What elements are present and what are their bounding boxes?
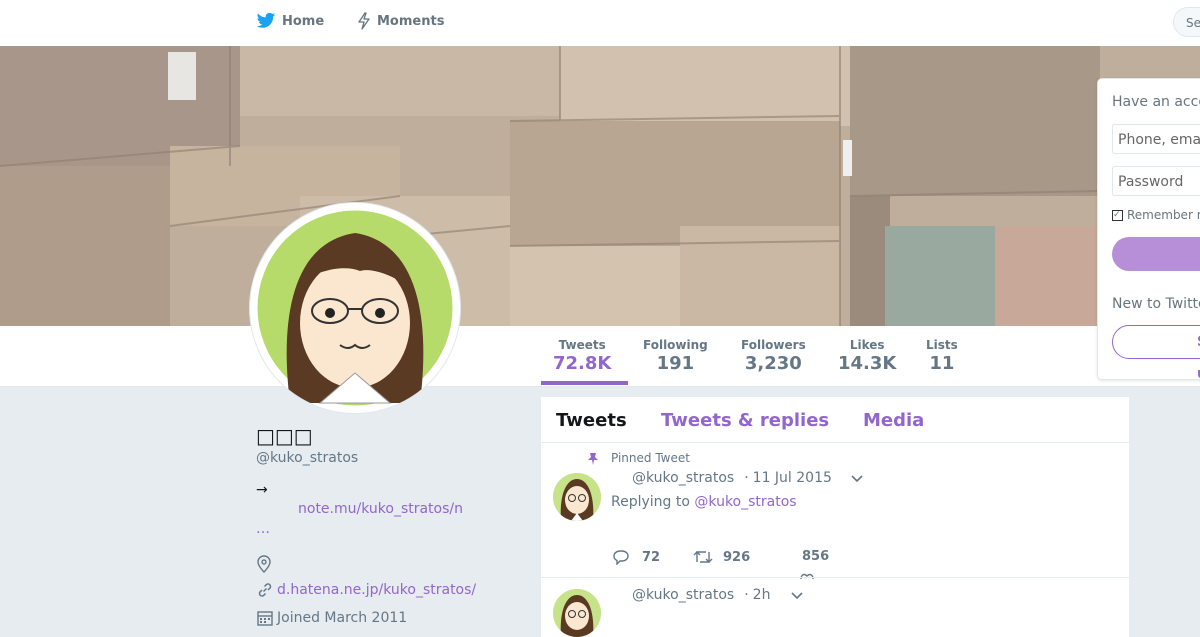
- link-icon: [258, 583, 272, 597]
- lightning-icon: [358, 12, 370, 30]
- stat-label: Lists: [926, 338, 958, 352]
- nav-home-label: Home: [282, 13, 325, 29]
- remember-me[interactable]: ✓ Remember me: [1112, 208, 1200, 222]
- profile-bio-more[interactable]: …: [256, 521, 270, 537]
- tweet-header: @kuko_stratos · 2h: [632, 587, 804, 603]
- stat-label: Followers: [741, 338, 806, 352]
- profile-bio-arrow: →: [256, 482, 268, 498]
- password-field[interactable]: Password: [1112, 166, 1200, 196]
- pin-icon: [588, 453, 598, 465]
- chevron-down-icon[interactable]: [850, 473, 864, 483]
- stat-value: 14.3K: [838, 353, 897, 374]
- replying-to: Replying to @kuko_stratos: [611, 494, 797, 510]
- retweet-action[interactable]: 926: [693, 549, 750, 565]
- tweet-divider: [541, 577, 1129, 578]
- chevron-down-icon[interactable]: [790, 590, 804, 600]
- reply-icon: [613, 550, 629, 565]
- profile-banner: [0, 46, 1200, 326]
- tweet-avatar[interactable]: [553, 473, 601, 521]
- location-pin-icon: [257, 555, 271, 573]
- reply-action[interactable]: 72: [612, 549, 660, 565]
- login-button[interactable]: [1112, 237, 1200, 271]
- like-action[interactable]: 856: [802, 549, 829, 564]
- search-input[interactable]: Se: [1173, 7, 1200, 37]
- tab-media[interactable]: Media: [863, 410, 924, 431]
- retweet-icon: [693, 551, 713, 563]
- like-count: 856: [802, 549, 830, 564]
- username-field[interactable]: Phone, email or username: [1112, 124, 1200, 154]
- tweet-time[interactable]: 2h: [753, 587, 771, 603]
- profile-handle[interactable]: @kuko_stratos: [256, 450, 358, 466]
- stat-value: 11: [929, 353, 955, 374]
- reply-count: 72: [642, 549, 661, 565]
- stat-label: Tweets: [558, 338, 606, 352]
- replying-handle-link[interactable]: @kuko_stratos: [694, 494, 796, 510]
- login-panel: Have an account? Phone, email or usernam…: [1097, 78, 1200, 380]
- stat-value: 72.8K: [553, 353, 612, 374]
- stat-following[interactable]: Following 191: [643, 338, 708, 374]
- login-title: Have an account?: [1112, 94, 1200, 110]
- nav-moments[interactable]: Moments: [357, 12, 444, 30]
- separator-dot: ·: [744, 470, 749, 486]
- stat-value: 191: [656, 353, 695, 374]
- tab-tweets[interactable]: Tweets: [556, 410, 627, 431]
- stat-value: 3,230: [744, 353, 802, 374]
- stat-lists[interactable]: Lists 11: [926, 338, 958, 374]
- nav-moments-label: Moments: [377, 13, 445, 29]
- separator-dot: ·: [744, 587, 749, 603]
- profile-joined-label: Joined March 2011: [277, 610, 408, 626]
- tweet-time[interactable]: 11 Jul 2015: [753, 470, 832, 486]
- pinned-label: Pinned Tweet: [611, 451, 690, 465]
- replying-prefix: Replying to: [611, 494, 690, 510]
- timeline-tabs: Tweets Tweets & replies Media: [541, 397, 1129, 443]
- tweet-handle[interactable]: @kuko_stratos: [632, 587, 734, 603]
- profile-location: [256, 555, 272, 573]
- profile-website[interactable]: d.hatena.ne.jp/kuko_stratos/: [256, 581, 476, 599]
- remember-checkbox[interactable]: ✓: [1112, 209, 1123, 221]
- stat-label: Following: [643, 338, 708, 352]
- twitter-bird-icon: [256, 12, 276, 28]
- profile-avatar[interactable]: [250, 203, 460, 413]
- timeline: Tweets Tweets & replies Media Pinned Twe…: [541, 397, 1129, 637]
- profile-stats-bar: Tweets 72.8K Following 191 Followers 3,2…: [0, 326, 1200, 387]
- calendar-icon: [257, 611, 273, 626]
- retweet-count: 926: [723, 549, 751, 565]
- new-to-twitter-label: New to Twitter?: [1112, 296, 1200, 312]
- stat-followers[interactable]: Followers 3,230: [741, 338, 806, 374]
- remember-label: Remember me: [1127, 208, 1200, 222]
- active-stat-underline: [541, 381, 628, 385]
- profile-bio-link[interactable]: note.mu/kuko_stratos/n: [298, 501, 463, 517]
- profile-website-link[interactable]: d.hatena.ne.jp/kuko_stratos/: [277, 582, 476, 598]
- stat-tweets[interactable]: Tweets 72.8K: [553, 338, 611, 374]
- top-nav: Home Moments Se: [0, 0, 1200, 47]
- tweet-handle[interactable]: @kuko_stratos: [632, 470, 734, 486]
- stat-label: Likes: [849, 338, 885, 352]
- tab-tweets-replies[interactable]: Tweets & replies: [661, 410, 829, 431]
- profile-joined: Joined March 2011: [256, 609, 407, 627]
- tweet-header: @kuko_stratos · 11 Jul 2015: [632, 470, 864, 486]
- profile-name: □□□: [256, 424, 313, 448]
- nav-home[interactable]: Home: [256, 12, 324, 30]
- stat-likes[interactable]: Likes 14.3K: [838, 338, 896, 374]
- signup-button[interactable]: Sign up: [1112, 325, 1200, 379]
